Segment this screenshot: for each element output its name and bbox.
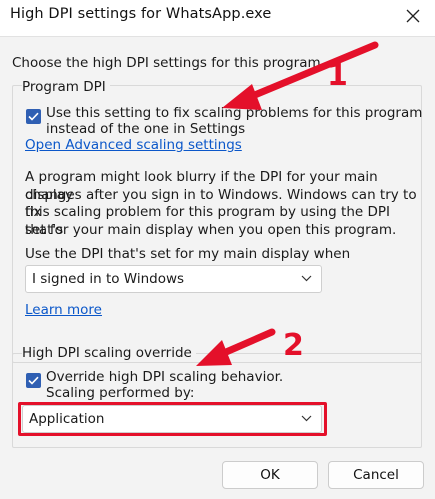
- dpi-dropdown-label: Use the DPI that's set for my main displ…: [25, 246, 351, 262]
- dpi-timing-value: I signed in to Windows: [32, 271, 185, 287]
- checkmark-icon: [28, 376, 39, 385]
- advanced-scaling-link[interactable]: Open Advanced scaling settings: [25, 137, 242, 153]
- dialog-body: Choose the high DPI settings for this pr…: [0, 36, 435, 499]
- highlight-box: [18, 402, 327, 436]
- annotation-marker-2: 2: [283, 328, 304, 363]
- checkmark-icon: [28, 112, 39, 121]
- annotation-marker-1: 1: [327, 58, 348, 93]
- learn-more-link[interactable]: Learn more: [25, 302, 102, 318]
- fix-scaling-label-line1: Use this setting to fix scaling problems…: [46, 105, 423, 121]
- override-scaling-label-line1: Override high DPI scaling behavior.: [46, 369, 284, 385]
- intro-text: Choose the high DPI settings for this pr…: [12, 55, 325, 71]
- ok-button[interactable]: OK: [222, 461, 318, 489]
- fix-scaling-checkbox[interactable]: [26, 109, 41, 124]
- close-icon: [406, 9, 420, 23]
- close-button[interactable]: [391, 0, 435, 32]
- window-title: High DPI settings for WhatsApp.exe: [10, 6, 272, 22]
- chevron-down-icon: [301, 275, 312, 282]
- cancel-button[interactable]: Cancel: [328, 461, 424, 489]
- program-dpi-title: Program DPI: [22, 79, 110, 95]
- title-bar: High DPI settings for WhatsApp.exe: [0, 0, 435, 36]
- dpi-timing-dropdown[interactable]: I signed in to Windows: [25, 265, 322, 293]
- override-scaling-label-line2: Scaling performed by:: [46, 385, 195, 401]
- override-scaling-checkbox[interactable]: [26, 373, 41, 388]
- scaling-override-title: High DPI scaling override: [22, 345, 196, 361]
- fix-scaling-label-line2: instead of the one in Settings: [46, 121, 246, 137]
- description-line: set for your main display when you open …: [25, 221, 397, 238]
